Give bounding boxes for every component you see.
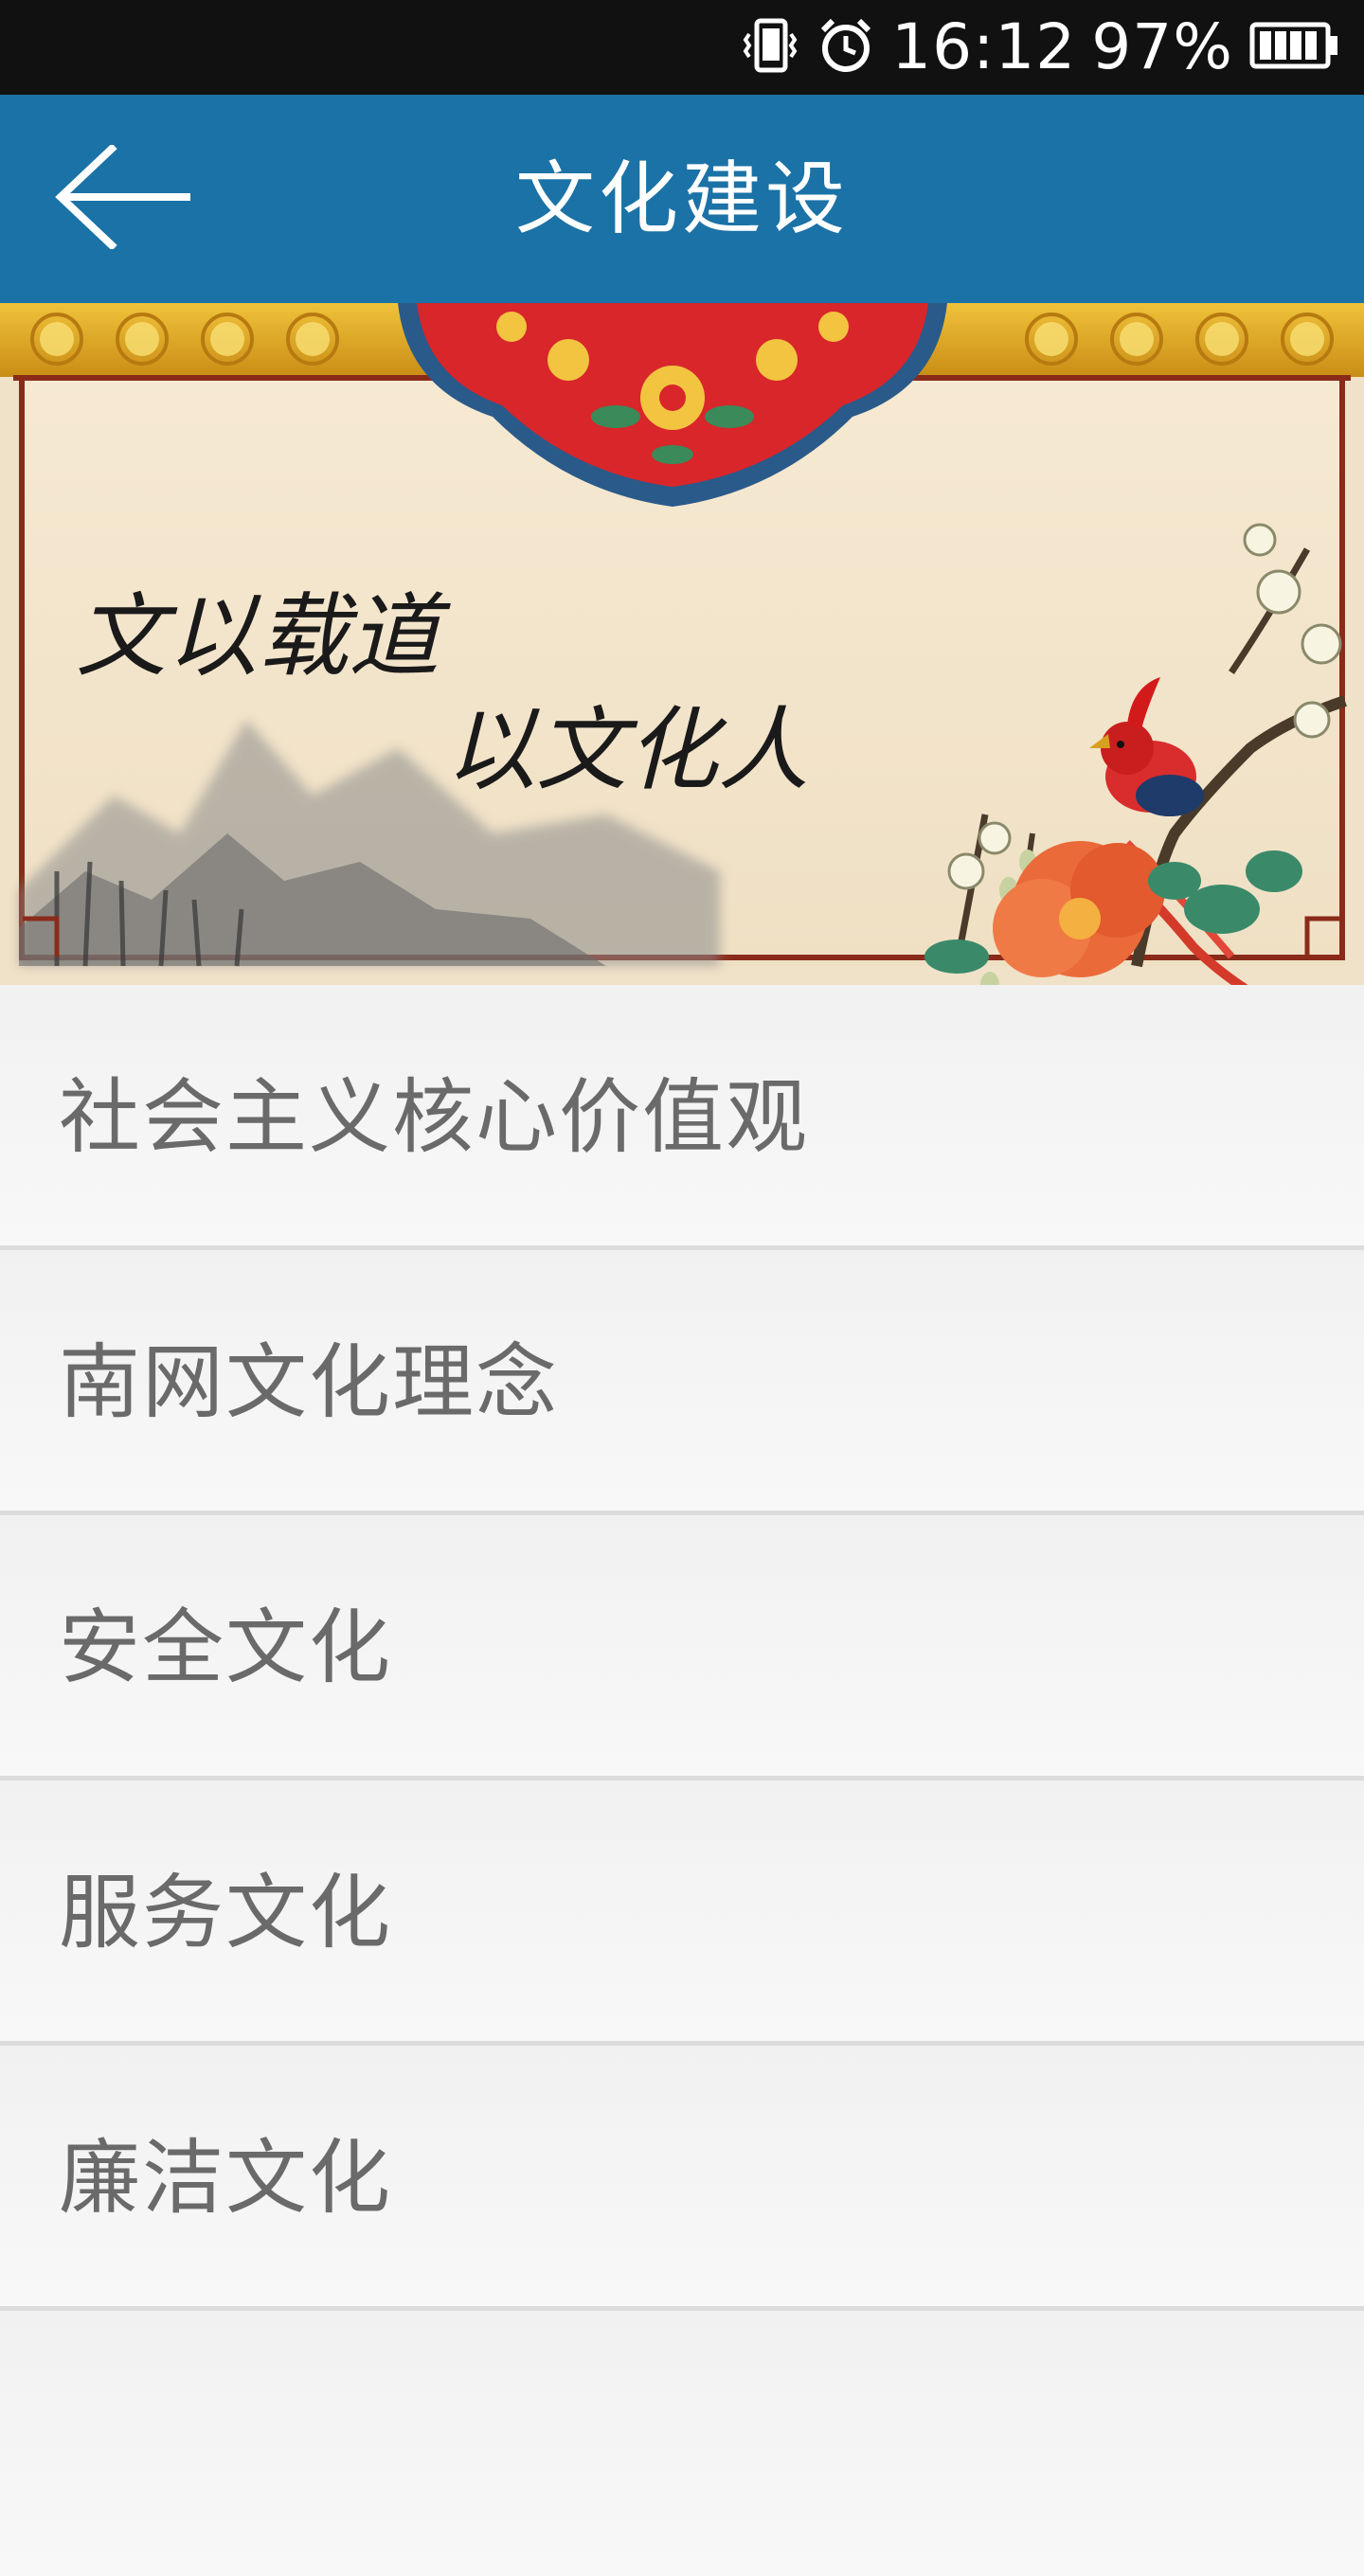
battery-icon [1248,15,1339,80]
list-item-label: 廉洁文化 [59,2131,392,2226]
list-item-integrity-culture[interactable]: 廉洁文化 [0,2046,1364,2311]
banner-illustration: 文以载道 以文化人 [0,303,1364,985]
page-title: 文化建设 [514,152,849,245]
culture-banner: 文以载道 以文化人 [0,303,1364,985]
list-item-label: 服务文化 [59,1866,392,1960]
banner-text-line2: 以文化人 [445,697,809,803]
status-right: 16:12 97% [740,0,1339,95]
list-item-label: 安全文化 [59,1601,392,1695]
banner-text-line1: 文以载道 [76,583,451,689]
list-item-label: 社会主义核心价值观 [59,1070,809,1165]
status-bar: 16:12 97% [0,0,1364,95]
list-item-label: 南网文化理念 [59,1335,559,1430]
list-item-csg-culture-concept[interactable]: 南网文化理念 [0,1250,1364,1515]
vibrate-icon [740,15,800,80]
list-item-safety-culture[interactable]: 安全文化 [0,1515,1364,1780]
app-bar: 文化建设 [0,95,1364,303]
back-button[interactable] [53,143,195,253]
list-item-service-culture[interactable]: 服务文化 [0,1780,1364,2046]
status-time: 16:12 [891,10,1077,83]
culture-menu-list: 社会主义核心价值观 南网文化理念 安全文化 服务文化 廉洁文化 [0,985,1364,2576]
list-item-core-values[interactable]: 社会主义核心价值观 [0,985,1364,1250]
list-item-partial[interactable] [0,2311,1364,2576]
back-arrow-icon [53,143,195,253]
alarm-icon [816,15,876,80]
status-battery-percent: 97% [1091,10,1233,83]
